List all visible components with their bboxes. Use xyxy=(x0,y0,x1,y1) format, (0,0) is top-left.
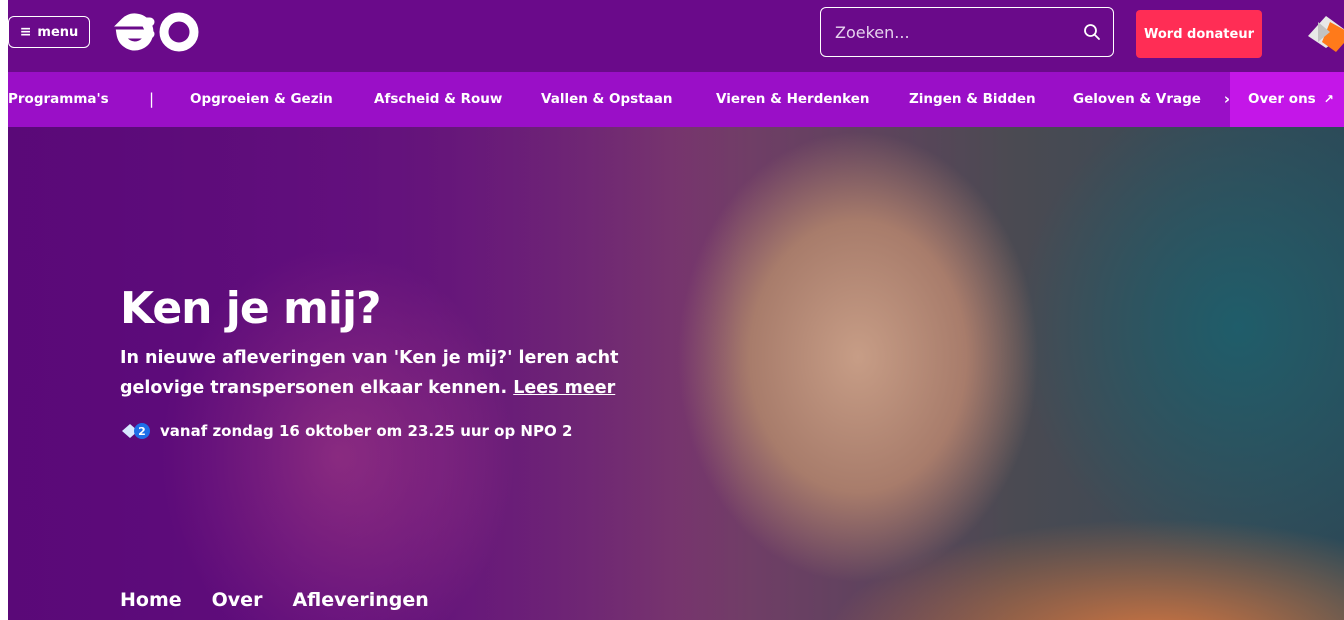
nav-separator: | xyxy=(149,90,155,108)
subnav-over[interactable]: Over xyxy=(212,589,263,611)
nav-item-over-ons[interactable]: Over ons ↗ xyxy=(1230,72,1344,127)
category-nav: Programma's | Opgroeien & Gezin Afscheid… xyxy=(0,72,1344,127)
svg-text:2: 2 xyxy=(138,425,146,438)
hero-description: In nieuwe afleveringen van 'Ken je mij?'… xyxy=(120,343,640,403)
broadcast-info: 2 vanaf zondag 16 oktober om 23.25 uur o… xyxy=(120,421,572,441)
subnav-home[interactable]: Home xyxy=(120,589,182,611)
eo-logo[interactable] xyxy=(112,10,202,54)
nav-item-zingen-bidden[interactable]: Zingen & Bidden xyxy=(909,72,1036,127)
nav-item-programmas[interactable]: Programma's xyxy=(8,72,109,127)
nav-item-afscheid-rouw[interactable]: Afscheid & Rouw xyxy=(374,72,502,127)
npo-start-icon[interactable] xyxy=(1304,12,1344,56)
nav-item-vieren-herdenken[interactable]: Vieren & Herdenken xyxy=(716,72,870,127)
nav-item-geloven-vragen[interactable]: Geloven & Vrage xyxy=(1073,72,1213,127)
program-subnav: Home Over Afleveringen xyxy=(120,589,429,611)
hamburger-icon: ≡ xyxy=(19,24,32,40)
search-input[interactable] xyxy=(835,22,1083,42)
search-box[interactable] xyxy=(820,7,1114,57)
menu-label: menu xyxy=(37,24,79,40)
donate-button[interactable]: Word donateur xyxy=(1136,10,1262,58)
read-more-link[interactable]: Lees meer xyxy=(513,378,615,398)
menu-button[interactable]: ≡ menu xyxy=(8,16,90,48)
subnav-afleveringen[interactable]: Afleveringen xyxy=(292,589,428,611)
nav-item-vallen-opstaan[interactable]: Vallen & Opstaan xyxy=(541,72,672,127)
hero-title: Ken je mij? xyxy=(120,283,382,334)
nav-item-opgroeien-gezin[interactable]: Opgroeien & Gezin xyxy=(190,72,333,127)
npo2-icon: 2 xyxy=(122,423,150,439)
search-icon[interactable] xyxy=(1083,23,1101,41)
hero-banner: Ken je mij? In nieuwe afleveringen van '… xyxy=(0,127,1344,620)
hero-desc-line2: gelovige transpersonen elkaar kennen. xyxy=(120,378,508,398)
top-bar: ≡ menu Word donateur xyxy=(0,0,1344,72)
hero-desc-line1: In nieuwe afleveringen van 'Ken je mij?'… xyxy=(120,348,619,368)
over-ons-label: Over ons xyxy=(1248,91,1316,107)
external-link-icon: ↗ xyxy=(1323,92,1334,106)
broadcast-text: vanaf zondag 16 oktober om 23.25 uur op … xyxy=(160,422,573,440)
